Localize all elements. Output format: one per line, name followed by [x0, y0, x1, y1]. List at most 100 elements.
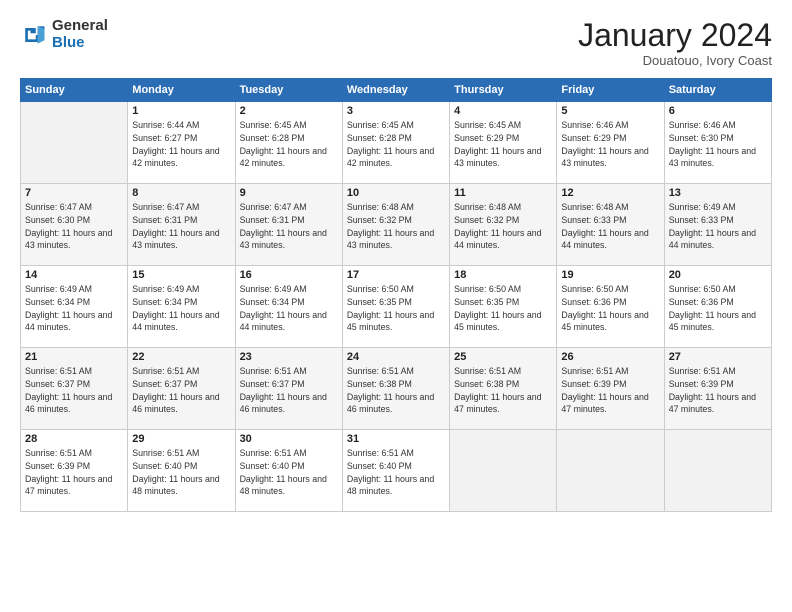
calendar-cell: 4Sunrise: 6:45 AMSunset: 6:29 PMDaylight… — [450, 102, 557, 184]
calendar-week-2: 7 Sunrise: 6:47 AMSunset: 6:30 PMDaylight… — [21, 184, 772, 266]
day-number: 27 — [669, 351, 767, 363]
calendar-cell — [557, 430, 664, 512]
calendar-cell: 3Sunrise: 6:45 AMSunset: 6:28 PMDaylight… — [342, 102, 449, 184]
calendar-cell — [21, 102, 128, 184]
calendar-cell: 24Sunrise: 6:51 AMSunset: 6:38 PMDayligh… — [342, 348, 449, 430]
day-info: Sunrise: 6:47 AMSunset: 6:31 PMDaylight:… — [240, 201, 338, 252]
day-info: Sunrise: 6:51 AMSunset: 6:39 PMDaylight:… — [25, 447, 123, 498]
day-info: Sunrise: 6:49 AMSunset: 6:34 PMDaylight:… — [240, 283, 338, 334]
col-wednesday: Wednesday — [342, 79, 449, 102]
calendar-cell: 26 Sunrise: 6:51 AMSunset: 6:39 PMDayligh… — [557, 348, 664, 430]
day-number: 19 — [561, 269, 659, 281]
calendar-cell: 15 Sunrise: 6:49 AMSunset: 6:34 PMDayligh… — [128, 266, 235, 348]
col-saturday: Saturday — [664, 79, 771, 102]
page: General Blue January 2024 Douatouo, Ivor… — [0, 0, 792, 612]
day-number: 26 — [561, 351, 659, 363]
day-info: Sunrise: 6:51 AMSunset: 6:40 PMDaylight:… — [347, 447, 445, 498]
day-number: 8 — [132, 187, 230, 199]
calendar-cell: 29 Sunrise: 6:51 AMSunset: 6:40 PMDayligh… — [128, 430, 235, 512]
day-info: Sunrise: 6:46 AMSunset: 6:29 PMDaylight:… — [561, 119, 659, 170]
day-info: Sunrise: 6:51 AMSunset: 6:39 PMDaylight:… — [561, 365, 659, 416]
calendar-cell: 1 Sunrise: 6:44 AMSunset: 6:27 PMDaylight… — [128, 102, 235, 184]
calendar-cell: 31 Sunrise: 6:51 AMSunset: 6:40 PMDayligh… — [342, 430, 449, 512]
day-number: 30 — [240, 433, 338, 445]
day-info: Sunrise: 6:44 AMSunset: 6:27 PMDaylight:… — [132, 119, 230, 170]
day-info: Sunrise: 6:45 AMSunset: 6:28 PMDaylight:… — [240, 119, 338, 170]
day-number: 16 — [240, 269, 338, 281]
day-number: 25 — [454, 351, 552, 363]
day-info: Sunrise: 6:48 AMSunset: 6:33 PMDaylight:… — [561, 201, 659, 252]
calendar-cell: 23Sunrise: 6:51 AMSunset: 6:37 PMDayligh… — [235, 348, 342, 430]
day-info: Sunrise: 6:49 AMSunset: 6:34 PMDaylight:… — [132, 283, 230, 334]
day-info: Sunrise: 6:49 AMSunset: 6:33 PMDaylight:… — [669, 201, 767, 252]
calendar-cell: 10Sunrise: 6:48 AMSunset: 6:32 PMDayligh… — [342, 184, 449, 266]
calendar-week-1: 1 Sunrise: 6:44 AMSunset: 6:27 PMDaylight… — [21, 102, 772, 184]
calendar-cell: 13Sunrise: 6:49 AMSunset: 6:33 PMDayligh… — [664, 184, 771, 266]
day-info: Sunrise: 6:51 AMSunset: 6:37 PMDaylight:… — [240, 365, 338, 416]
day-info: Sunrise: 6:51 AMSunset: 6:40 PMDaylight:… — [132, 447, 230, 498]
day-info: Sunrise: 6:51 AMSunset: 6:38 PMDaylight:… — [347, 365, 445, 416]
calendar-cell: 11 Sunrise: 6:48 AMSunset: 6:32 PMDayligh… — [450, 184, 557, 266]
day-number: 15 — [132, 269, 230, 281]
calendar-week-4: 21Sunrise: 6:51 AMSunset: 6:37 PMDayligh… — [21, 348, 772, 430]
day-info: Sunrise: 6:45 AMSunset: 6:29 PMDaylight:… — [454, 119, 552, 170]
location-subtitle: Douatouo, Ivory Coast — [578, 53, 772, 68]
calendar-cell: 20 Sunrise: 6:50 AMSunset: 6:36 PMDayligh… — [664, 266, 771, 348]
day-info: Sunrise: 6:51 AMSunset: 6:40 PMDaylight:… — [240, 447, 338, 498]
calendar-cell: 27Sunrise: 6:51 AMSunset: 6:39 PMDayligh… — [664, 348, 771, 430]
day-info: Sunrise: 6:47 AMSunset: 6:30 PMDaylight:… — [25, 201, 123, 252]
day-number: 20 — [669, 269, 767, 281]
logo: General Blue — [20, 18, 108, 51]
calendar-cell: 6Sunrise: 6:46 AMSunset: 6:30 PMDaylight… — [664, 102, 771, 184]
day-number: 14 — [25, 269, 123, 281]
calendar-cell — [450, 430, 557, 512]
day-number: 28 — [25, 433, 123, 445]
logo-icon — [20, 21, 48, 49]
day-info: Sunrise: 6:50 AMSunset: 6:35 PMDaylight:… — [454, 283, 552, 334]
col-thursday: Thursday — [450, 79, 557, 102]
calendar-cell: 21Sunrise: 6:51 AMSunset: 6:37 PMDayligh… — [21, 348, 128, 430]
day-info: Sunrise: 6:51 AMSunset: 6:38 PMDaylight:… — [454, 365, 552, 416]
logo-blue: Blue — [52, 35, 108, 52]
title-block: January 2024 Douatouo, Ivory Coast — [578, 18, 772, 68]
calendar-cell: 2Sunrise: 6:45 AMSunset: 6:28 PMDaylight… — [235, 102, 342, 184]
day-number: 29 — [132, 433, 230, 445]
day-number: 11 — [454, 187, 552, 199]
day-number: 1 — [132, 105, 230, 117]
calendar-week-3: 14 Sunrise: 6:49 AMSunset: 6:34 PMDayligh… — [21, 266, 772, 348]
day-info: Sunrise: 6:49 AMSunset: 6:34 PMDaylight:… — [25, 283, 123, 334]
month-title: January 2024 — [578, 18, 772, 53]
day-number: 17 — [347, 269, 445, 281]
calendar-cell: 28 Sunrise: 6:51 AMSunset: 6:39 PMDayligh… — [21, 430, 128, 512]
logo-general: General — [52, 18, 108, 35]
day-number: 7 — [25, 187, 123, 199]
day-info: Sunrise: 6:48 AMSunset: 6:32 PMDaylight:… — [454, 201, 552, 252]
calendar-cell — [664, 430, 771, 512]
day-info: Sunrise: 6:51 AMSunset: 6:37 PMDaylight:… — [25, 365, 123, 416]
col-sunday: Sunday — [21, 79, 128, 102]
calendar-cell: 30 Sunrise: 6:51 AMSunset: 6:40 PMDayligh… — [235, 430, 342, 512]
col-monday: Monday — [128, 79, 235, 102]
col-friday: Friday — [557, 79, 664, 102]
day-number: 31 — [347, 433, 445, 445]
calendar-table: Sunday Monday Tuesday Wednesday Thursday… — [20, 78, 772, 512]
calendar-cell: 17Sunrise: 6:50 AMSunset: 6:35 PMDayligh… — [342, 266, 449, 348]
calendar-header-row: Sunday Monday Tuesday Wednesday Thursday… — [21, 79, 772, 102]
calendar-cell: 25 Sunrise: 6:51 AMSunset: 6:38 PMDayligh… — [450, 348, 557, 430]
day-number: 10 — [347, 187, 445, 199]
calendar-cell: 22Sunrise: 6:51 AMSunset: 6:37 PMDayligh… — [128, 348, 235, 430]
calendar-cell: 9 Sunrise: 6:47 AMSunset: 6:31 PMDaylight… — [235, 184, 342, 266]
calendar-cell: 18Sunrise: 6:50 AMSunset: 6:35 PMDayligh… — [450, 266, 557, 348]
calendar-week-5: 28 Sunrise: 6:51 AMSunset: 6:39 PMDayligh… — [21, 430, 772, 512]
day-info: Sunrise: 6:47 AMSunset: 6:31 PMDaylight:… — [132, 201, 230, 252]
calendar-cell: 12 Sunrise: 6:48 AMSunset: 6:33 PMDayligh… — [557, 184, 664, 266]
day-info: Sunrise: 6:50 AMSunset: 6:36 PMDaylight:… — [669, 283, 767, 334]
header: General Blue January 2024 Douatouo, Ivor… — [20, 18, 772, 68]
day-info: Sunrise: 6:50 AMSunset: 6:36 PMDaylight:… — [561, 283, 659, 334]
day-number: 9 — [240, 187, 338, 199]
calendar-cell: 16 Sunrise: 6:49 AMSunset: 6:34 PMDayligh… — [235, 266, 342, 348]
day-number: 5 — [561, 105, 659, 117]
logo-text: General Blue — [52, 18, 108, 51]
calendar-cell: 7 Sunrise: 6:47 AMSunset: 6:30 PMDaylight… — [21, 184, 128, 266]
day-number: 12 — [561, 187, 659, 199]
